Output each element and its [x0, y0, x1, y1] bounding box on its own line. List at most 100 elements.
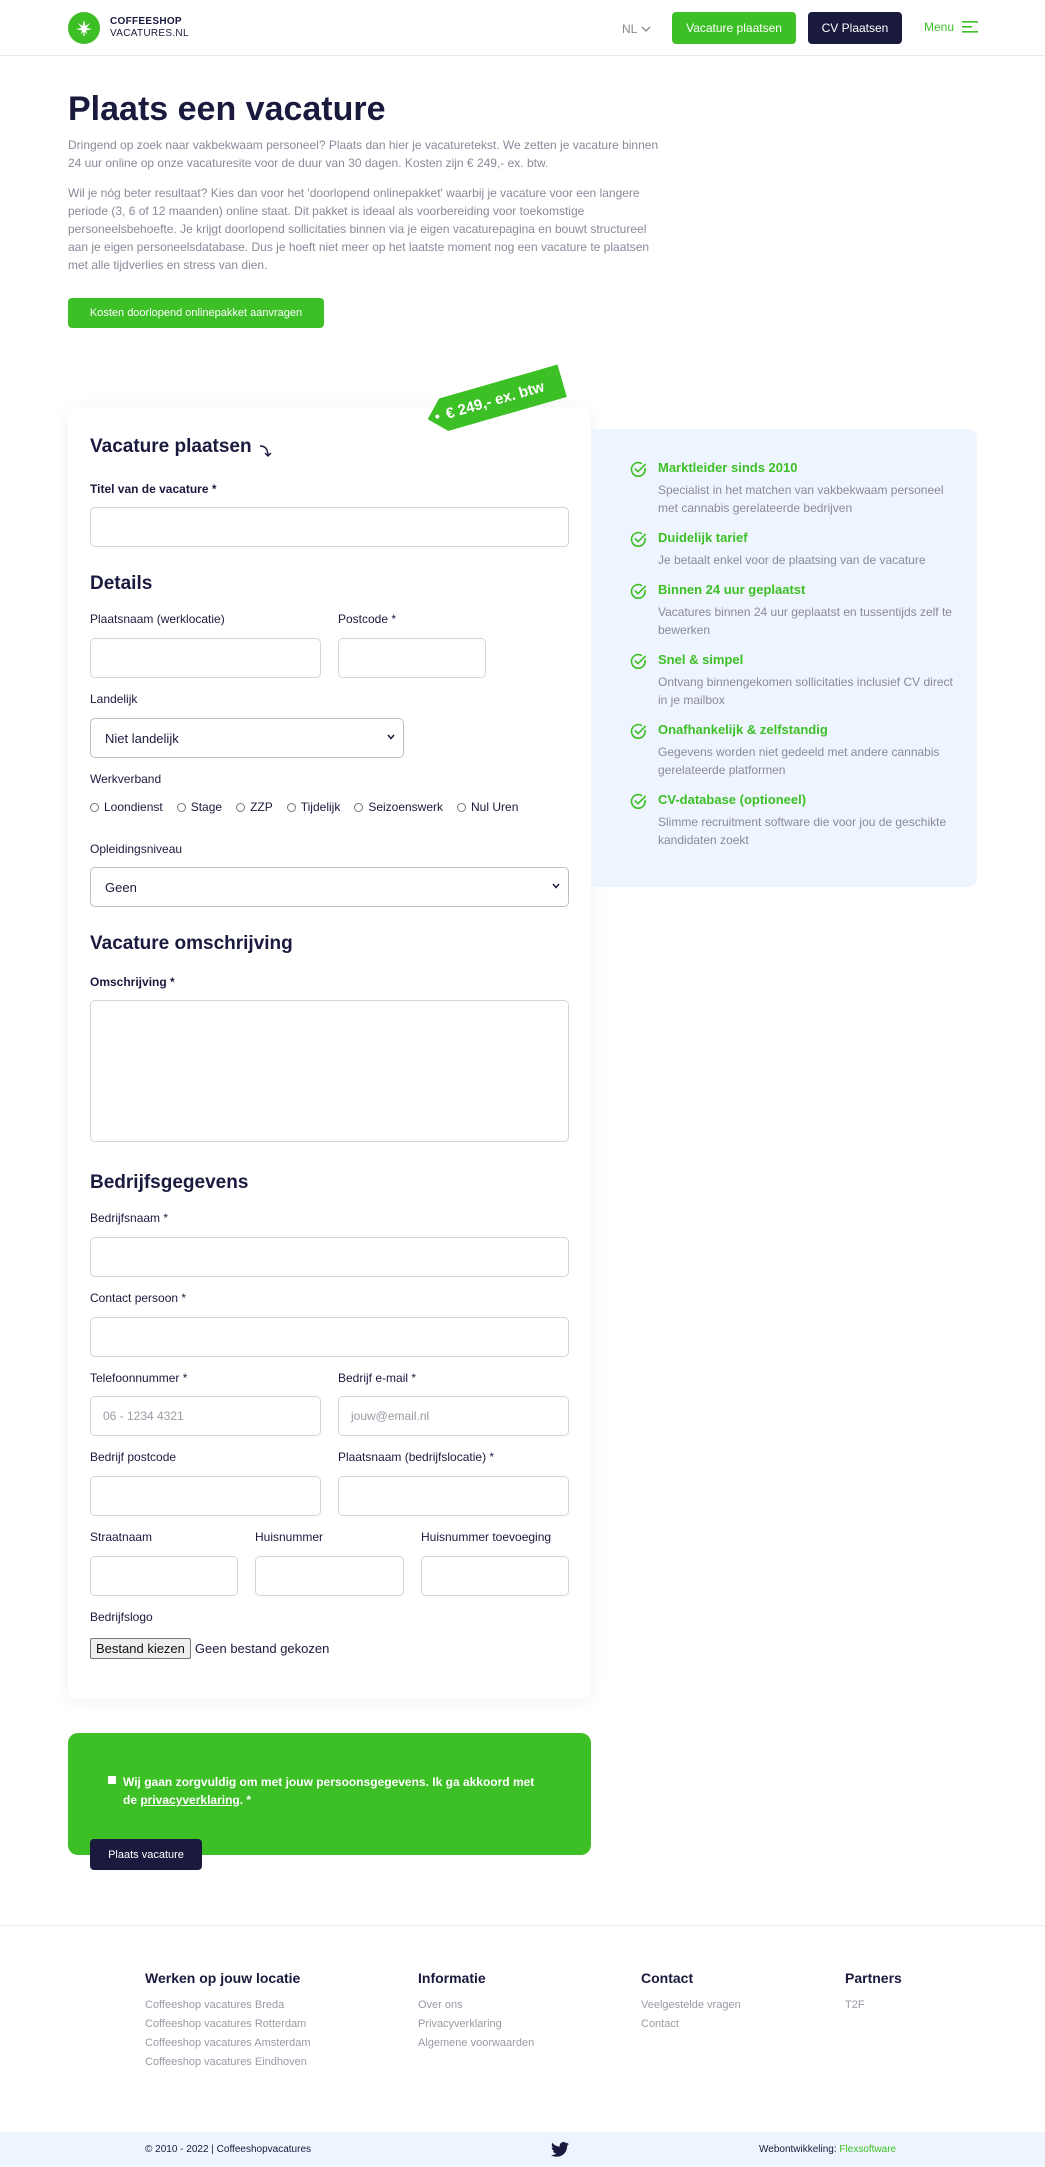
- check-circle-icon: [630, 723, 646, 739]
- footer-link[interactable]: Over ons: [418, 1996, 534, 2015]
- file-status: Geen bestand gekozen: [194, 1641, 330, 1656]
- bedrijfsnaam-input[interactable]: [90, 1237, 569, 1277]
- cv-plaatsen-button[interactable]: CV Plaatsen: [808, 12, 902, 44]
- bedrijf-title: Bedrijfsgegevens: [90, 1172, 249, 1193]
- footer-link[interactable]: Coffeeshop vacatures Breda: [145, 1996, 311, 2015]
- usp-description: Ontvang binnengekomen sollicitaties incl…: [658, 675, 953, 707]
- intro-paragraph-1: Dringend op zoek naar vakbekwaam persone…: [68, 138, 659, 170]
- footer-link[interactable]: Contact: [641, 2015, 741, 2034]
- footer-col-locaties: Werken op jouw locatie Coffeeshop vacatu…: [145, 1970, 311, 2072]
- postcode-input[interactable]: [338, 638, 486, 678]
- usp-description: Specialist in het matchen van vakbekwaam…: [658, 483, 944, 515]
- radio-circle[interactable]: [90, 802, 99, 812]
- check-circle-icon: [630, 793, 646, 809]
- radio-label: Stage: [190, 800, 223, 814]
- footer-link[interactable]: Coffeeshop vacatures Amsterdam: [145, 2034, 311, 2053]
- huisnummer-input[interactable]: [255, 1556, 404, 1596]
- radio-label: Nul Uren: [471, 800, 519, 814]
- footer-col-title: Informatie: [418, 1970, 486, 1986]
- werkverband-label: Werkverband: [90, 772, 162, 786]
- check-circle-icon: [630, 583, 646, 599]
- details-title: Details: [90, 573, 153, 594]
- bedrijfsnaam-label: Bedrijfsnaam *: [90, 1211, 169, 1225]
- radio-stage[interactable]: Stage: [176, 800, 223, 814]
- radio-label: ZZP: [250, 800, 273, 814]
- twitter-icon[interactable]: [551, 2142, 569, 2157]
- usp-title: Duidelijk tarief: [658, 530, 748, 545]
- language-label: NL: [622, 22, 638, 36]
- radio-zzp[interactable]: ZZP: [236, 800, 273, 814]
- radio-label: Seizoenswerk: [368, 800, 444, 814]
- footer-link[interactable]: Coffeeshop vacatures Eindhoven: [145, 2053, 311, 2072]
- consent-box: Wij gaan zorgvuldig om met jouw persoons…: [68, 1733, 591, 1855]
- developer-link[interactable]: Flexsoftware: [839, 2144, 896, 2155]
- contact-input[interactable]: [90, 1317, 569, 1357]
- radio-circle[interactable]: [176, 802, 186, 812]
- privacy-link[interactable]: privacyverklaring: [140, 1793, 239, 1807]
- language-selector[interactable]: NL: [622, 22, 651, 36]
- bplaats-label: Plaatsnaam (bedrijfslocatie) *: [338, 1450, 495, 1464]
- footer-col-partners: Partners T2F: [845, 1970, 902, 2015]
- bpostcode-input[interactable]: [90, 1476, 321, 1516]
- onlinepakket-request-button[interactable]: Kosten doorlopend onlinepakket aanvragen: [68, 298, 324, 328]
- check-circle-icon: [630, 653, 646, 669]
- plaatsnaam-label: Plaatsnaam (werklocatie): [90, 612, 225, 626]
- radio-nul-uren[interactable]: Nul Uren: [457, 800, 518, 814]
- logo-line-1: COFFEESHOP: [110, 16, 182, 27]
- usp-title: Marktleider sinds 2010: [658, 460, 798, 475]
- radio-label: Tijdelijk: [300, 800, 341, 814]
- omschrijving-label: Omschrijving *: [90, 975, 175, 989]
- page-title: Plaats een vacature: [68, 90, 386, 128]
- plaats-vacature-button[interactable]: Plaats vacature: [90, 1839, 202, 1870]
- bplaats-input[interactable]: [338, 1476, 569, 1516]
- menu-label: Menu: [924, 20, 955, 34]
- radio-seizoenswerk[interactable]: Seizoenswerk: [354, 800, 443, 814]
- chevron-down-icon: [552, 883, 560, 889]
- omschrijving-textarea[interactable]: [90, 1000, 569, 1142]
- email-input[interactable]: jouw@email.nl: [338, 1396, 569, 1436]
- footer-link[interactable]: Veelgestelde vragen: [641, 1996, 741, 2015]
- intro-paragraph-2: Wil je nóg beter resultaat? Kies dan voo…: [68, 186, 650, 272]
- radio-tijdelijk[interactable]: Tijdelijk: [286, 800, 341, 814]
- email-label: Bedrijf e-mail *: [338, 1371, 417, 1385]
- usp-description: Gegevens worden niet gedeeld met andere …: [658, 745, 940, 777]
- landelijk-select[interactable]: Niet landelijk: [90, 718, 404, 758]
- radio-label: Loondienst: [104, 800, 163, 814]
- straat-input[interactable]: [90, 1556, 238, 1596]
- site-logo[interactable]: COFFEESHOP VACATURES.NL: [68, 12, 189, 44]
- postcode-label: Postcode *: [338, 612, 397, 626]
- footer-link[interactable]: T2F: [845, 1996, 902, 2015]
- toevoeging-input[interactable]: [421, 1556, 569, 1596]
- usp-description: Je betaalt enkel voor de plaatsing van d…: [658, 553, 926, 567]
- footer-col-title: Partners: [845, 1970, 902, 1986]
- footer-link[interactable]: Algemene voorwaarden: [418, 2034, 534, 2053]
- cannabis-leaf-icon: [68, 12, 100, 44]
- straat-label: Straatnaam: [90, 1530, 153, 1544]
- werkverband-radio-group: Loondienst Stage ZZP Tijdelijk Seizoensw…: [90, 800, 518, 814]
- radio-circle[interactable]: [286, 802, 296, 812]
- landelijk-label: Landelijk: [90, 692, 138, 706]
- chevron-down-icon: [387, 734, 395, 740]
- footer-link[interactable]: Privacyverklaring: [418, 2015, 534, 2034]
- file-choose-button[interactable]: Bestand kiezen: [90, 1638, 191, 1659]
- consent-checkbox[interactable]: [108, 1776, 116, 1784]
- radio-circle[interactable]: [236, 802, 246, 812]
- toevoeging-label: Huisnummer toevoeging: [421, 1530, 552, 1544]
- logo-label: Bedrijfslogo: [90, 1610, 153, 1624]
- footer-link[interactable]: Coffeeshop vacatures Rotterdam: [145, 2015, 311, 2034]
- telefoon-input[interactable]: 06 - 1234 4321: [90, 1396, 321, 1436]
- vacature-plaatsen-button[interactable]: Vacature plaatsen: [672, 12, 796, 44]
- usp-description: Slimme recruitment software die voor jou…: [658, 815, 947, 847]
- logo-file-input[interactable]: Bestand kiezen Geen bestand gekozen: [90, 1638, 329, 1659]
- check-circle-icon: [630, 461, 646, 477]
- titel-input[interactable]: [90, 507, 569, 547]
- radio-loondienst[interactable]: Loondienst: [90, 800, 163, 814]
- radio-circle[interactable]: [457, 802, 467, 812]
- plaatsnaam-input[interactable]: [90, 638, 321, 678]
- curved-arrow-icon: [259, 445, 272, 457]
- opleiding-select[interactable]: Geen: [90, 867, 569, 907]
- menu-button[interactable]: Menu: [924, 20, 979, 34]
- consent-text: Wij gaan zorgvuldig om met jouw persoons…: [123, 1775, 535, 1807]
- landelijk-value: Niet landelijk: [105, 730, 179, 746]
- radio-circle[interactable]: [354, 802, 364, 812]
